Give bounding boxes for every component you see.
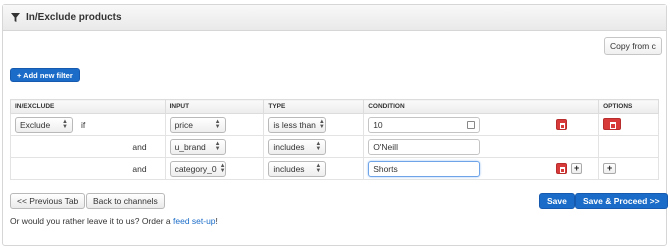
- table-row: and u_brand ▲ ▼ includes ▲ ▼ O'Neill: [10, 135, 659, 158]
- filter-table: IN/EXCLUDE INPUT TYPE CONDITION OPTIONS …: [10, 99, 659, 180]
- select-arrows-icon: ▲ ▼: [219, 162, 226, 174]
- condition-value: 10: [373, 119, 383, 130]
- connector-label: if: [81, 119, 86, 130]
- number-stepper-icon[interactable]: [467, 120, 476, 129]
- condition-input[interactable]: 10: [368, 116, 481, 133]
- input-select[interactable]: category_0 ▲ ▼: [169, 160, 226, 177]
- footer-suffix: !: [215, 216, 218, 226]
- type-value: is less than: [273, 119, 316, 130]
- table-row: Exclude ▲ ▼ if price ▲ ▼ is less than ▲ ▼: [10, 113, 659, 136]
- add-new-filter-button[interactable]: + Add new filter: [10, 68, 80, 82]
- header-type: TYPE: [263, 99, 365, 114]
- delete-filter-trash-icon[interactable]: [603, 117, 622, 130]
- feed-setup-link[interactable]: feed set-up: [173, 216, 216, 226]
- panel-title: In/Exclude products: [26, 12, 122, 23]
- trash-icon[interactable]: [556, 119, 568, 130]
- filter-funnel-icon: [11, 13, 20, 22]
- input-select[interactable]: u_brand ▲ ▼: [169, 138, 226, 155]
- save-button[interactable]: Save: [539, 193, 575, 209]
- connector-label: and: [132, 141, 147, 152]
- table-header-row: IN/EXCLUDE INPUT TYPE CONDITION OPTIONS: [10, 99, 659, 114]
- add-group-plus-icon[interactable]: +: [603, 163, 617, 174]
- panel-header: In/Exclude products: [3, 5, 666, 31]
- select-arrows-icon: ▲ ▼: [318, 118, 325, 130]
- back-to-channels-button[interactable]: Back to channels: [86, 193, 165, 209]
- select-arrows-icon: ▲ ▼: [315, 162, 322, 174]
- connector-label: and: [132, 163, 147, 174]
- input-value: u_brand: [174, 141, 206, 152]
- type-value: includes: [273, 141, 305, 152]
- copy-from-select[interactable]: Copy from c: [604, 37, 662, 55]
- condition-value: Shorts: [373, 163, 398, 174]
- condition-input[interactable]: Shorts: [368, 160, 481, 177]
- inexclude-select[interactable]: Exclude ▲ ▼: [15, 116, 73, 133]
- previous-tab-button[interactable]: << Previous Tab: [10, 193, 86, 209]
- type-select[interactable]: includes ▲ ▼: [268, 160, 327, 177]
- header-inexclude: IN/EXCLUDE: [10, 99, 166, 114]
- condition-input[interactable]: O'Neill: [368, 138, 481, 155]
- input-value: category_0: [174, 163, 217, 174]
- footer-message: Or would you rather leave it to us? Orde…: [10, 216, 218, 226]
- save-and-proceed-button[interactable]: Save & Proceed >>: [575, 193, 668, 209]
- header-input: INPUT: [164, 99, 265, 114]
- type-value: includes: [273, 163, 305, 174]
- plus-icon[interactable]: +: [571, 163, 583, 174]
- header-options: OPTIONS: [598, 99, 659, 114]
- footer-text: Or would you rather leave it to us? Orde…: [10, 216, 173, 226]
- condition-value: O'Neill: [373, 141, 398, 152]
- copy-from-label: Copy from c: [610, 41, 656, 51]
- select-arrows-icon: ▲ ▼: [214, 118, 221, 130]
- input-select[interactable]: price ▲ ▼: [169, 116, 226, 133]
- header-condition: CONDITION: [363, 99, 600, 114]
- table-row: and category_0 ▲ ▼ includes ▲ ▼ Shorts +…: [10, 157, 659, 180]
- trash-icon[interactable]: [556, 163, 568, 174]
- select-arrows-icon: ▲ ▼: [62, 118, 68, 130]
- select-arrows-icon: ▲ ▼: [315, 140, 322, 152]
- select-arrows-icon: ▲ ▼: [214, 140, 221, 152]
- type-select[interactable]: includes ▲ ▼: [268, 138, 327, 155]
- inexclude-value: Exclude: [20, 119, 51, 130]
- input-value: price: [174, 119, 194, 130]
- type-select[interactable]: is less than ▲ ▼: [268, 116, 327, 133]
